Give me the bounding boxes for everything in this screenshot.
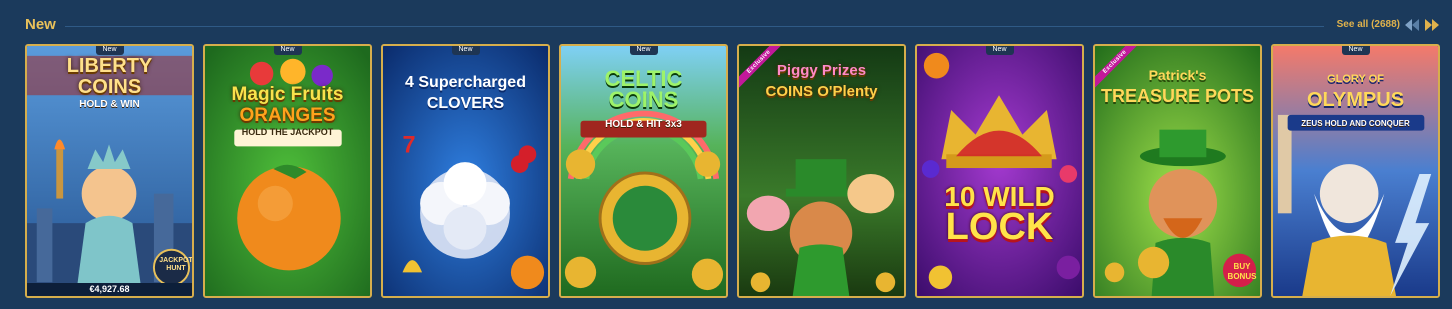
title-line-2: OLYMPUS xyxy=(1306,89,1405,111)
games-carousel: New LIBERTY COINS HOLD & WIN JACKPOT HUN… xyxy=(25,44,1442,298)
game-artwork xyxy=(917,46,1082,296)
game-title: Piggy Prizes COINS O'Plenty xyxy=(739,60,904,102)
game-title: GLORY OF OLYMPUS ZEUS HOLD AND CONQUER xyxy=(1273,66,1438,130)
jackpot-hunt-icon: JACKPOT HUNT xyxy=(159,257,193,272)
title-line-2: CLOVERS xyxy=(426,95,505,112)
title-line-2: COINS xyxy=(608,87,679,112)
header-divider xyxy=(65,26,1324,27)
title-line-1: Patrick's xyxy=(1148,67,1207,83)
title-line-2: TREASURE POTS xyxy=(1100,86,1255,106)
title-line-2: COINS xyxy=(77,76,142,98)
title-line-2: LOCK xyxy=(945,206,1054,248)
new-badge: New xyxy=(273,46,302,55)
title-line-2: COINS O'Plenty xyxy=(765,83,878,100)
game-card-celtic-coins[interactable]: New CELTIC COINS HOLD & HIT 3x3 xyxy=(559,44,728,298)
jackpot-amount: €4,927.68 xyxy=(27,283,192,296)
section-title: New xyxy=(25,16,56,33)
chevron-left-double-icon[interactable] xyxy=(1402,16,1422,34)
game-title: 10 WILD LOCK xyxy=(917,182,1082,248)
game-card-patricks-treasure-pots[interactable]: Exclusive Patrick's TREASURE POTS BUY BO… xyxy=(1093,44,1262,298)
game-card-magic-fruits-oranges[interactable]: New Magic Fruits ORANGES HOLD THE JACKPO… xyxy=(203,44,372,298)
game-title: Patrick's TREASURE POTS xyxy=(1095,64,1260,107)
game-card-piggy-prizes-coins-oplenty[interactable]: Exclusive Piggy Prizes COINS O'Plenty xyxy=(737,44,906,298)
new-badge: New xyxy=(95,46,124,55)
title-line-1: 4 Supercharged xyxy=(405,74,526,91)
game-card-liberty-coins[interactable]: New LIBERTY COINS HOLD & WIN JACKPOT HUN… xyxy=(25,44,194,298)
game-subtitle: HOLD & WIN xyxy=(79,99,140,110)
game-card-4-supercharged-clovers[interactable]: 7 New 4 Supercharged CLOVERS xyxy=(381,44,550,298)
game-card-10-wild-lock[interactable]: New 10 WILD LOCK xyxy=(915,44,1084,298)
game-title: LIBERTY COINS HOLD & WIN xyxy=(27,56,192,111)
buy-bonus-icon: BUY BONUS xyxy=(1227,262,1257,281)
see-all-link[interactable]: See all (2688) xyxy=(1337,19,1400,30)
game-title: 4 Supercharged CLOVERS xyxy=(383,72,548,114)
game-title: Magic Fruits ORANGES HOLD THE JACKPOT xyxy=(205,84,370,139)
title-line-1: LIBERTY xyxy=(66,55,153,77)
title-line-2: ORANGES xyxy=(239,105,336,126)
title-line-1: Piggy Prizes xyxy=(776,62,867,79)
title-line-1: GLORY OF xyxy=(1327,73,1384,85)
title-line-1: Magic Fruits xyxy=(231,84,344,105)
svg-text:7: 7 xyxy=(403,131,416,157)
game-subtitle: HOLD & HIT 3x3 xyxy=(605,119,682,130)
section-header: New See all (2688) xyxy=(0,0,1452,44)
game-subtitle: HOLD THE JACKPOT xyxy=(241,127,334,137)
game-title: CELTIC COINS HOLD & HIT 3x3 xyxy=(561,68,726,131)
game-subtitle: ZEUS HOLD AND CONQUER xyxy=(1301,119,1410,128)
new-badge: New xyxy=(985,46,1014,55)
new-badge: New xyxy=(1341,46,1370,55)
game-card-glory-of-olympus[interactable]: New GLORY OF OLYMPUS ZEUS HOLD AND CONQU… xyxy=(1271,44,1440,298)
new-badge: New xyxy=(451,46,480,55)
new-badge: New xyxy=(629,46,658,55)
chevron-right-double-icon[interactable] xyxy=(1422,16,1442,34)
